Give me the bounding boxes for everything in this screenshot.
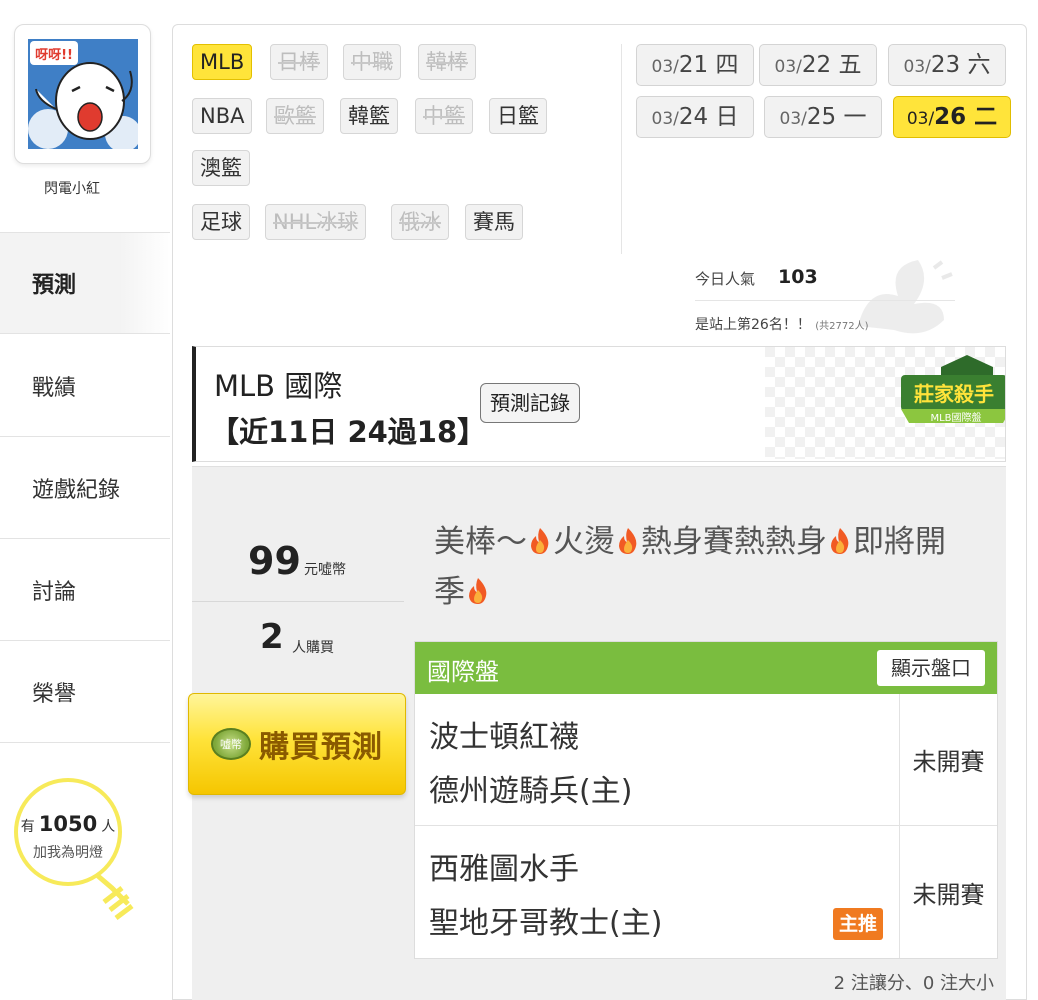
avatar[interactable]: 呀呀!! [14,24,151,164]
odds-table: 國際盤 顯示盤口 波士頓紅襪 德州遊騎兵(主) 未開賽 西雅圖水手 聖地牙哥教士… [414,641,998,959]
game-status: 未開賽 [899,826,997,958]
home-team: 德州遊騎兵(主) [429,774,633,809]
badge-title: 莊家殺手 [914,382,994,406]
date-0322[interactable]: 03/22 五 [759,44,877,86]
odds-header: 國際盤 顯示盤口 [415,642,997,694]
card-title: MLB 國際 [214,369,343,403]
home-team: 聖地牙哥教士(主) [429,906,663,941]
sport-tag-cpbl[interactable]: 中職 [343,44,401,80]
popularity-label: 今日人氣 [695,270,756,288]
card-subtitle: 【近11日 24過18】 [210,415,487,449]
nav-item-record[interactable]: 戰績 [0,335,170,437]
date-0323[interactable]: 03/23 六 [888,44,1006,86]
date-0324[interactable]: 03/24 日 [636,96,754,138]
sport-tag-aus-basketball[interactable]: 澳籃 [192,150,250,186]
game-row[interactable]: 波士頓紅襪 德州遊騎兵(主) 未開賽 [415,694,997,826]
fire-icon [469,578,487,604]
sport-tag-korea-basketball[interactable]: 韓籃 [340,98,398,134]
sport-tag-soccer[interactable]: 足球 [192,204,250,240]
show-odds-button[interactable]: 顯示盤口 [877,650,985,686]
badge-subtitle: MLB國際盤 [930,411,981,424]
sidebar: 呀呀!! 閃電小紅 預測 戰績 遊戲紀錄 討論 榮譽 有 1050 人 加我為明燈 [0,0,170,1000]
away-team: 西雅圖水手 [429,852,579,887]
prediction-card-body: 99 元噓幣 2 人購買 噓幣 購買預測 美棒～ 火燙 熱身賽熱熱身 即將開季 國際盤… [188,466,1006,1000]
date-0325[interactable]: 03/25 一 [764,96,882,138]
follow-lightbulb[interactable]: 有 1050 人 加我為明燈 [12,778,152,928]
prediction-card-header: MLB 國際 【近11日 24過18】 預測記錄 莊家殺手 MLB國際盤 [192,346,1006,462]
buyers-count: 2 [260,617,284,657]
nav-item-discussion[interactable]: 討論 [0,539,170,641]
nav-item-predict[interactable]: 預測 [0,232,170,334]
sport-tag-nba[interactable]: NBA [192,98,253,134]
away-team: 波士頓紅襪 [429,720,579,755]
price-divider [192,601,404,602]
popularity-value: 103 [778,266,818,288]
buy-prediction-label: 購買預測 [259,730,383,765]
odds-title: 國際盤 [427,658,499,686]
price-value: 99 [248,539,301,583]
fans-count: 有 1050 人 [20,812,116,836]
sport-tag-horse-racing[interactable]: 賽馬 [465,204,523,240]
sport-tag-khl[interactable]: 俄冰 [391,204,449,240]
follow-cta: 加我為明燈 [33,845,103,861]
sport-tag-mlb[interactable]: MLB [192,44,253,80]
sport-tag-japan-basketball[interactable]: 日籃 [489,98,547,134]
popularity-divider [695,300,955,301]
sport-tag-china-basketball[interactable]: 中籃 [415,98,473,134]
fire-icon [619,528,637,554]
game-row[interactable]: 西雅圖水手 聖地牙哥教士(主) 主推 未開賽 [415,826,997,958]
coin-icon: 噓幣 [211,728,251,760]
game-status: 未開賽 [899,694,997,825]
date-0321[interactable]: 03/21 四 [636,44,754,86]
main-pick-badge: 主推 [833,908,883,940]
fire-icon [531,528,549,554]
sport-tag-nhl[interactable]: NHL冰球 [265,204,367,240]
avatar-caption: 呀呀!! [35,48,73,63]
buy-prediction-button[interactable]: 噓幣 購買預測 [188,693,406,795]
bookmaker-killer-badge-icon: 莊家殺手 MLB國際盤 [765,347,1005,459]
sport-tag-kbo[interactable]: 韓棒 [418,44,476,80]
sport-tag-npb[interactable]: 日棒 [270,44,328,80]
avatar-image: 呀呀!! [28,39,138,149]
nav-item-honor[interactable]: 榮譽 [0,641,170,743]
filter-divider [621,44,622,254]
username: 閃電小紅 [44,181,100,197]
prediction-headline: 美棒～ 火燙 熱身賽熱熱身 即將開季 [434,524,946,610]
bet-summary: 2 注讓分、0 注大小 [833,973,994,994]
price-unit: 元噓幣 [304,562,346,578]
fire-icon [831,528,849,554]
rank-text: 是站上第26名！！ (共2772人) [695,317,869,333]
nav-item-game-log[interactable]: 遊戲紀錄 [0,437,170,539]
buyers-unit: 人購買 [292,640,334,656]
prediction-record-button[interactable]: 預測記錄 [480,383,580,423]
date-0326[interactable]: 03/26 二 [893,96,1011,138]
sport-tag-euro-basketball[interactable]: 歐籃 [266,98,324,134]
